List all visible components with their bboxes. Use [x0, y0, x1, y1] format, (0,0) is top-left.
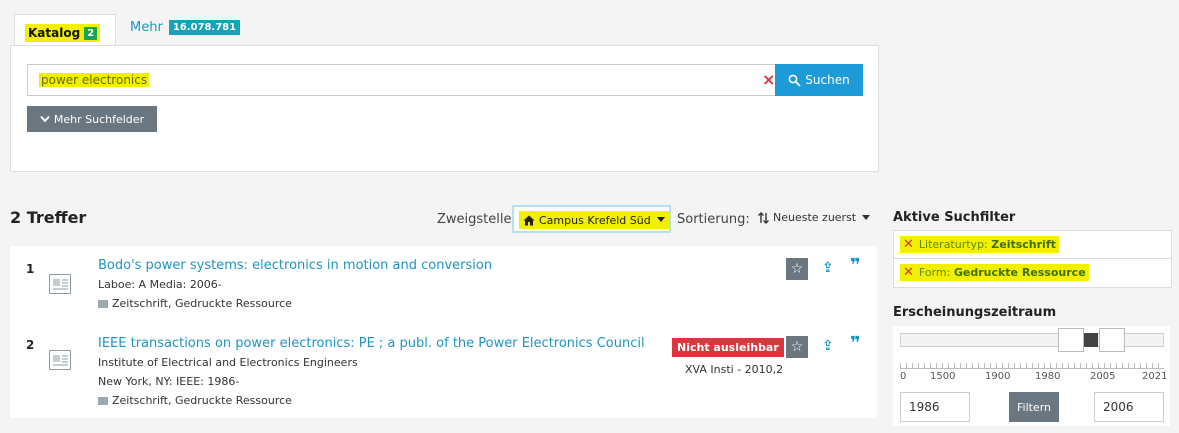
hits-count: 2 Treffer	[10, 208, 87, 227]
format-icon	[98, 396, 108, 405]
slider-handle-from[interactable]	[1058, 328, 1084, 352]
call-number: XVA Insti - 2010,2	[685, 363, 784, 376]
filter-value: Gedruckte Ressource	[953, 266, 1086, 279]
search-icon	[788, 74, 801, 87]
tab-mehr[interactable]: Mehr 16.078.781	[130, 20, 241, 35]
active-filter-chip: ✕ Literaturtyp: Zeitschrift	[900, 236, 1059, 253]
results-list: 1 Bodo's power systems: electronics in m…	[10, 246, 877, 418]
active-filters-title: Aktive Suchfilter	[893, 210, 1016, 225]
tab-katalog-count-badge: 2	[84, 26, 98, 40]
caret-down-icon	[862, 214, 871, 220]
home-icon	[523, 215, 535, 225]
result-number: 1	[26, 262, 35, 276]
search-button-label: Suchen	[805, 73, 850, 87]
search-panel: power electronics × Suchen Mehr Suchfeld…	[10, 45, 879, 172]
active-filters-list: ✕ Literaturtyp: Zeitschrift ✕ Form: Gedr…	[893, 230, 1172, 288]
result-format-text: Zeitschrift, Gedruckte Ressource	[112, 297, 292, 310]
status-badge: Nicht ausleihbar	[672, 338, 784, 357]
slider-handle-to[interactable]	[1099, 328, 1125, 352]
quote-icon[interactable]: ❞	[850, 333, 860, 354]
format-icon	[98, 299, 108, 308]
active-filter-chip: ✕ Form: Gedruckte Ressource	[900, 264, 1089, 281]
share-icon[interactable]: ⇪	[822, 260, 834, 276]
star-icon: ☆	[790, 339, 804, 355]
branch-select[interactable]: Campus Krefeld Süd	[512, 205, 671, 233]
result-author: Institute of Electrical and Electronics …	[98, 356, 358, 369]
tab-mehr-count-badge: 16.078.781	[168, 20, 241, 35]
tick-label: 1500	[930, 371, 956, 382]
filter-key: Literaturtyp:	[918, 238, 988, 251]
tab-katalog-label-wrap: Katalog 2	[25, 24, 101, 42]
journal-icon	[49, 350, 71, 370]
chevron-down-icon	[40, 115, 50, 123]
tab-katalog-label: Katalog	[28, 26, 81, 40]
tick-label: 0	[900, 371, 907, 382]
journal-icon	[49, 274, 71, 294]
clear-icon[interactable]: ×	[762, 70, 775, 89]
branch-select-value: Campus Krefeld Süd	[539, 213, 651, 227]
share-icon[interactable]: ⇪	[822, 338, 834, 354]
sort-icon	[758, 211, 769, 224]
more-search-fields-label: Mehr Suchfelder	[53, 112, 145, 126]
sort-label: Sortierung:	[677, 212, 750, 227]
bookmark-star-button[interactable]: ☆	[786, 258, 808, 280]
tick-label: 1980	[1035, 371, 1061, 382]
search-button[interactable]: Suchen	[775, 64, 863, 96]
tab-katalog[interactable]: Katalog 2	[14, 14, 116, 47]
search-input-value: power electronics	[39, 73, 150, 87]
tick-label: 2005	[1090, 371, 1116, 382]
tick-label: 1900	[985, 371, 1011, 382]
result-format: Zeitschrift, Gedruckte Ressource	[98, 394, 292, 407]
quote-icon[interactable]: ❞	[850, 255, 860, 276]
bookmark-star-button[interactable]: ☆	[786, 336, 808, 358]
sort-select[interactable]: Neueste zuerst	[758, 211, 871, 224]
active-filter-item[interactable]: ✕ Literaturtyp: Zeitschrift	[894, 231, 1171, 259]
result-format-text: Zeitschrift, Gedruckte Ressource	[112, 394, 292, 407]
branch-label: Zweigstelle:	[437, 212, 516, 227]
result-title-link[interactable]: IEEE transactions on power electronics: …	[98, 336, 645, 351]
timespan-title: Erscheinungszeitraum	[893, 305, 1057, 320]
result-title-link[interactable]: Bodo's power systems: electronics in mot…	[98, 258, 492, 273]
remove-filter-icon[interactable]: ✕	[903, 265, 914, 280]
result-format: Zeitschrift, Gedruckte Ressource	[98, 297, 292, 310]
branch-select-inner: Campus Krefeld Süd	[519, 211, 669, 229]
sort-select-value: Neueste zuerst	[773, 211, 857, 224]
tab-mehr-label: Mehr	[130, 20, 163, 35]
star-icon: ☆	[790, 261, 804, 277]
slider-ticks	[900, 356, 1164, 369]
active-filter-item[interactable]: ✕ Form: Gedruckte Ressource	[894, 259, 1171, 286]
list-item: 1 Bodo's power systems: electronics in m…	[10, 246, 877, 324]
result-publisher: New York, NY: IEEE: 1986-	[98, 375, 240, 388]
year-to-input[interactable]: 2006	[1094, 392, 1164, 422]
remove-filter-icon[interactable]: ✕	[903, 237, 914, 252]
tick-label: 2021	[1142, 371, 1168, 382]
result-publisher: Laboe: A Media: 2006-	[98, 278, 222, 291]
timespan-panel: 0 1500 1900 1980 2005 2021 1986 Filtern …	[893, 326, 1170, 426]
list-item: 2 IEEE transactions on power electronics…	[10, 328, 877, 418]
filter-key: Form:	[918, 266, 951, 279]
caret-down-icon	[656, 217, 665, 222]
result-number: 2	[26, 338, 35, 352]
more-search-fields-button[interactable]: Mehr Suchfelder	[27, 106, 157, 132]
search-input[interactable]: power electronics ×	[27, 64, 776, 96]
year-from-input[interactable]: 1986	[900, 392, 970, 422]
filter-button[interactable]: Filtern	[1009, 392, 1059, 422]
filter-value: Zeitschrift	[991, 238, 1056, 251]
